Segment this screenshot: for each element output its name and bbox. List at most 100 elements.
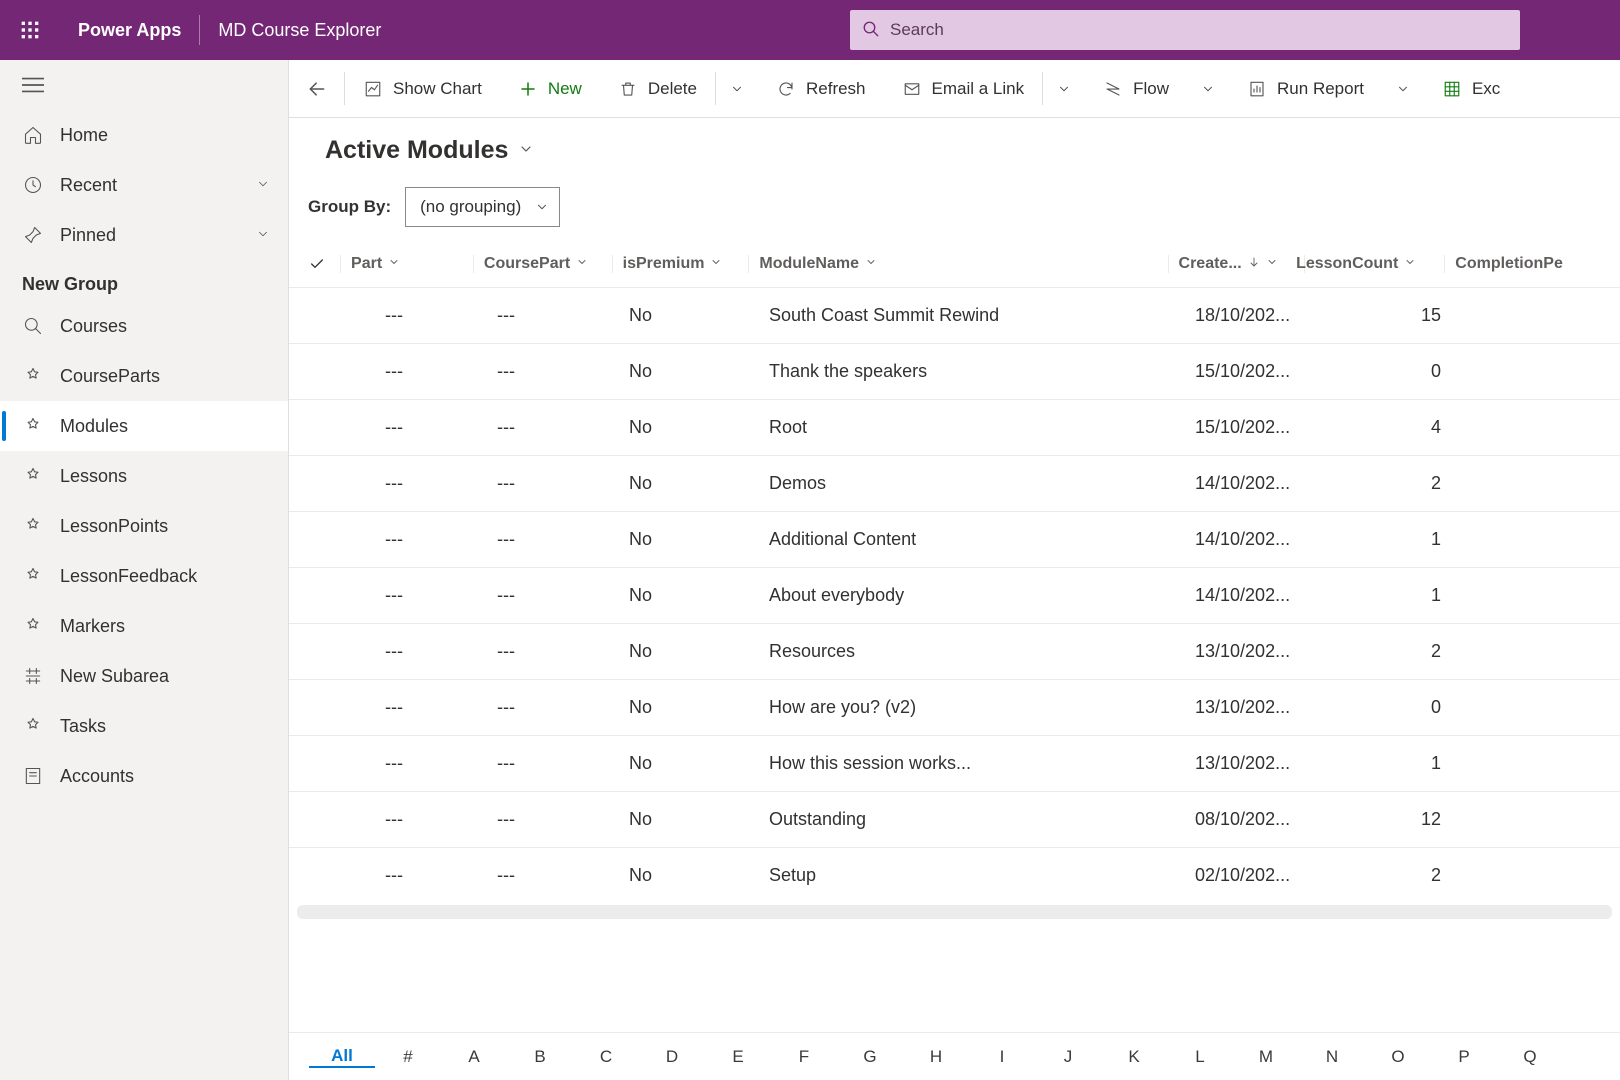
sidebar-item-courses[interactable]: Courses xyxy=(0,301,288,351)
jump-g[interactable]: G xyxy=(837,1047,903,1067)
group-by-select[interactable]: (no grouping) xyxy=(405,187,560,227)
jump-o[interactable]: O xyxy=(1365,1047,1431,1067)
table-row[interactable]: ------NoResources13/10/202...2 xyxy=(289,623,1620,679)
nav-recent[interactable]: Recent xyxy=(0,160,288,210)
jump-c[interactable]: C xyxy=(573,1047,639,1067)
search-box[interactable] xyxy=(850,10,1520,50)
column-header-completion[interactable]: CompletionPe xyxy=(1444,255,1620,273)
table-row[interactable]: ------NoRoot15/10/202...4 xyxy=(289,399,1620,455)
table-row[interactable]: ------NoDemos14/10/202...2 xyxy=(289,455,1620,511)
sidebar-item-markers[interactable]: Markers xyxy=(0,601,288,651)
jump-n[interactable]: N xyxy=(1299,1047,1365,1067)
hamburger-button[interactable] xyxy=(0,60,288,110)
cell-modulename[interactable]: Demos xyxy=(759,473,1189,494)
jump-p[interactable]: P xyxy=(1431,1047,1497,1067)
new-button[interactable]: New xyxy=(500,60,600,117)
cell-created: 13/10/202... xyxy=(1189,697,1329,718)
sidebar-item-modules[interactable]: Modules xyxy=(0,401,288,451)
delete-split-button[interactable] xyxy=(716,60,758,117)
sidebar-item-courseparts[interactable]: CourseParts xyxy=(0,351,288,401)
table-row[interactable]: ------NoOutstanding08/10/202...12 xyxy=(289,791,1620,847)
email-split-button[interactable] xyxy=(1043,60,1085,117)
column-header-created[interactable]: Create... xyxy=(1168,255,1305,273)
cell-lessoncount: 4 xyxy=(1329,417,1469,438)
cell-modulename[interactable]: About everybody xyxy=(759,585,1189,606)
cell-ispremium: No xyxy=(619,865,759,886)
run-report-split-button[interactable] xyxy=(1382,60,1424,117)
table-row[interactable]: ------NoHow this session works...13/10/2… xyxy=(289,735,1620,791)
excel-templates-button[interactable]: Exc xyxy=(1424,60,1518,117)
column-header-lessoncount[interactable]: LessonCount xyxy=(1304,255,1444,273)
jump-a[interactable]: A xyxy=(441,1047,507,1067)
cell-modulename[interactable]: How this session works... xyxy=(759,753,1189,774)
chevron-down-icon xyxy=(865,255,877,273)
nav-label: Home xyxy=(60,125,108,146)
cell-modulename[interactable]: Root xyxy=(759,417,1189,438)
jump-i[interactable]: I xyxy=(969,1047,1035,1067)
search-input[interactable] xyxy=(890,10,1508,50)
jump-q[interactable]: Q xyxy=(1497,1047,1563,1067)
app-name: Power Apps xyxy=(60,20,199,41)
sidebar-item-tasks[interactable]: Tasks xyxy=(0,701,288,751)
waffle-icon[interactable] xyxy=(0,20,60,40)
show-chart-button[interactable]: Show Chart xyxy=(345,60,500,117)
jump-h[interactable]: H xyxy=(903,1047,969,1067)
chevron-down-icon[interactable] xyxy=(518,141,534,160)
select-all-checkbox[interactable] xyxy=(289,256,340,272)
back-button[interactable] xyxy=(289,60,344,117)
delete-button[interactable]: Delete xyxy=(600,60,715,117)
cell-modulename[interactable]: South Coast Summit Rewind xyxy=(759,305,1189,326)
column-header-part[interactable]: Part xyxy=(340,255,473,273)
cell-created: 13/10/202... xyxy=(1189,641,1329,662)
refresh-icon xyxy=(776,79,796,99)
jump-f[interactable]: F xyxy=(771,1047,837,1067)
jump-m[interactable]: M xyxy=(1233,1047,1299,1067)
jump-b[interactable]: B xyxy=(507,1047,573,1067)
cell-modulename[interactable]: Outstanding xyxy=(759,809,1189,830)
cell-modulename[interactable]: Thank the speakers xyxy=(759,361,1189,382)
table-row[interactable]: ------NoThank the speakers15/10/202...0 xyxy=(289,343,1620,399)
nav-pinned[interactable]: Pinned xyxy=(0,210,288,260)
excel-icon xyxy=(1442,79,1462,99)
sidebar-item-label: LessonFeedback xyxy=(60,566,197,587)
sidebar-item-accounts[interactable]: Accounts xyxy=(0,751,288,801)
table-row[interactable]: ------NoHow are you? (v2)13/10/202...0 xyxy=(289,679,1620,735)
sidebar-item-lessonfeedback[interactable]: LessonFeedback xyxy=(0,551,288,601)
jump-l[interactable]: L xyxy=(1167,1047,1233,1067)
column-header-modulename[interactable]: ModuleName xyxy=(748,255,1167,273)
run-report-button[interactable]: Run Report xyxy=(1229,60,1382,117)
column-header-ispremium[interactable]: isPremium xyxy=(612,255,749,273)
cell-coursepart: --- xyxy=(477,529,619,550)
nav-home[interactable]: Home xyxy=(0,110,288,160)
flow-button[interactable]: Flow xyxy=(1085,60,1187,117)
cell-modulename[interactable]: Additional Content xyxy=(759,529,1189,550)
sidebar-item-lessonpoints[interactable]: LessonPoints xyxy=(0,501,288,551)
refresh-button[interactable]: Refresh xyxy=(758,60,884,117)
table-row[interactable]: ------NoSetup02/10/202...2 xyxy=(289,847,1620,903)
cell-modulename[interactable]: Setup xyxy=(759,865,1189,886)
cell-modulename[interactable]: Resources xyxy=(759,641,1189,662)
column-header-coursepart[interactable]: CoursePart xyxy=(473,255,612,273)
pin-icon xyxy=(22,224,44,246)
chevron-down-icon xyxy=(1266,255,1278,273)
jump-e[interactable]: E xyxy=(705,1047,771,1067)
horizontal-scrollbar[interactable] xyxy=(297,905,1612,919)
sidebar-item-label: Accounts xyxy=(60,766,134,787)
view-title[interactable]: Active Modules xyxy=(325,136,508,165)
cell-part: --- xyxy=(341,697,477,718)
cell-modulename[interactable]: How are you? (v2) xyxy=(759,697,1189,718)
table-row[interactable]: ------NoAdditional Content14/10/202...1 xyxy=(289,511,1620,567)
jump-#[interactable]: # xyxy=(375,1047,441,1067)
jump-j[interactable]: J xyxy=(1035,1047,1101,1067)
table-row[interactable]: ------NoAbout everybody14/10/202...1 xyxy=(289,567,1620,623)
email-link-button[interactable]: Email a Link xyxy=(884,60,1043,117)
flow-split-button[interactable] xyxy=(1187,60,1229,117)
jump-all[interactable]: All xyxy=(309,1046,375,1068)
sidebar-item-lessons[interactable]: Lessons xyxy=(0,451,288,501)
sidebar-item-new-subarea[interactable]: New Subarea xyxy=(0,651,288,701)
jump-d[interactable]: D xyxy=(639,1047,705,1067)
cell-coursepart: --- xyxy=(477,865,619,886)
jump-k[interactable]: K xyxy=(1101,1047,1167,1067)
table-row[interactable]: ------NoSouth Coast Summit Rewind18/10/2… xyxy=(289,287,1620,343)
environment-name[interactable]: MD Course Explorer xyxy=(200,20,399,41)
